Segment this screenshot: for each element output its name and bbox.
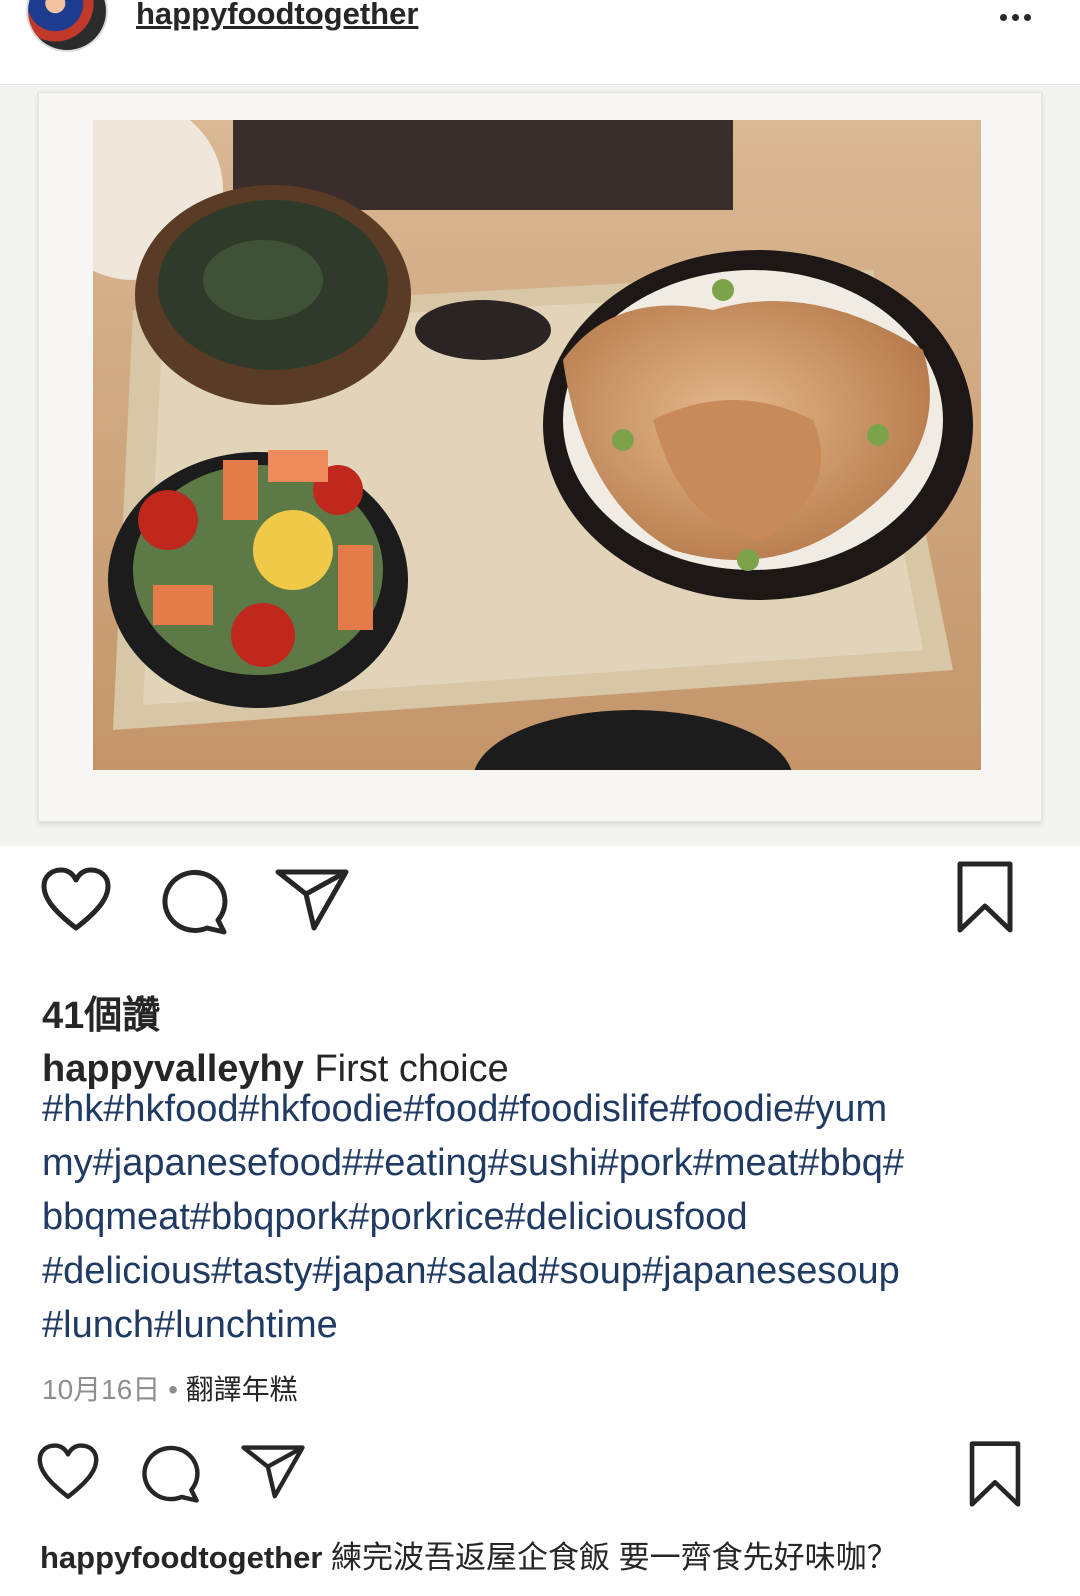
more-horizontal-icon[interactable] [1000,8,1040,22]
comment-row: happyfoodtogether 練完波吾返屋企食飯 要一齊食先好味咖？ [40,1532,898,1577]
post-meta: 10月16日 • 翻譯年糕 [42,1368,298,1408]
hashtag-line[interactable]: bbqmeat#bbqpork#porkrice#deliciousfood [42,1190,1052,1244]
comment-text: 練完波吾返屋企食飯 要一齊食先好味咖？ [331,1540,898,1575]
bookmark-icon[interactable] [968,1440,1022,1508]
post-date: 10月16日 [42,1374,161,1405]
hashtag-line[interactable]: my#japanesefood##eating#sushi#pork#meat#… [42,1136,1052,1190]
heart-icon[interactable] [36,1442,100,1502]
send-icon[interactable] [274,866,350,932]
bookmark-icon[interactable] [956,860,1014,934]
post-photo[interactable] [93,120,981,770]
post-author-username[interactable]: happyfoodtogether [136,0,418,32]
post-header: happyfoodtogether [0,0,1080,80]
like-count[interactable]: 41個讚 [42,984,160,1039]
heart-icon[interactable] [40,866,112,934]
comment-icon[interactable] [140,1444,202,1504]
meta-separator: • [168,1374,178,1405]
hashtag-line[interactable]: #hk#hkfood#hkfoodie#food#foodislife#food… [42,1082,1052,1136]
send-icon[interactable] [240,1442,306,1500]
comment-username[interactable]: happyfoodtogether [40,1540,322,1575]
avatar[interactable] [26,0,108,52]
translate-link[interactable]: 翻譯年糕 [186,1374,298,1405]
hashtag-block: #hk#hkfood#hkfoodie#food#foodislife#food… [42,1082,1052,1352]
comment-icon[interactable] [160,868,230,936]
hashtag-line[interactable]: #delicious#tasty#japan#salad#soup#japane… [42,1244,1052,1298]
hashtag-line[interactable]: #lunch#lunchtime [42,1298,1052,1352]
header-divider [0,84,1080,85]
